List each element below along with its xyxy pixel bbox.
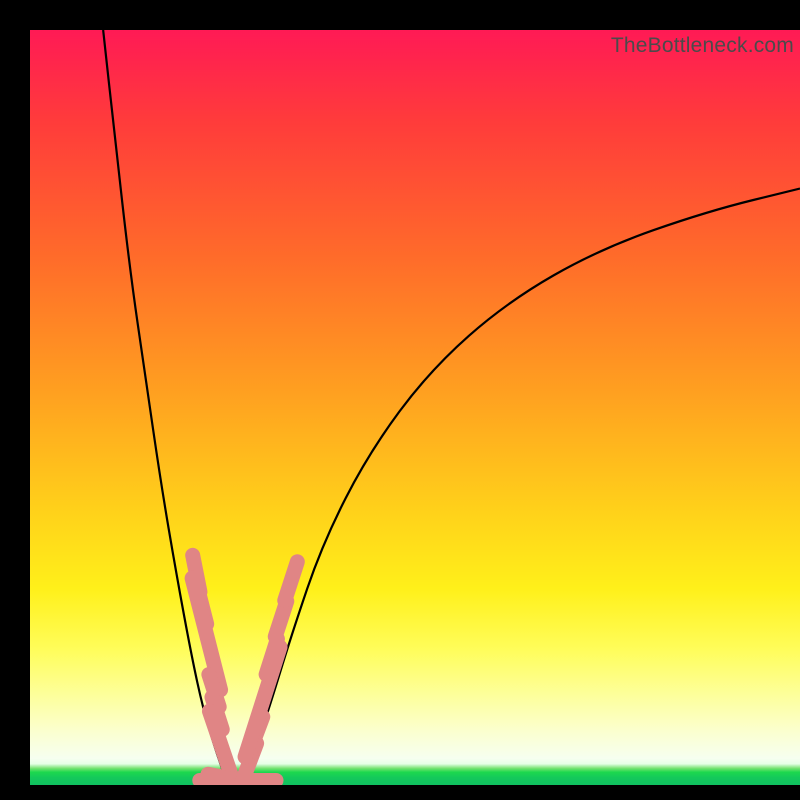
plot-area: TheBottleneck.com [30,30,800,785]
curve-layer [30,30,800,785]
chart-frame: TheBottleneck.com [0,0,800,800]
right-arm-curve [242,189,800,782]
bead-marker [285,562,298,601]
watermark-text: TheBottleneck.com [611,34,794,58]
